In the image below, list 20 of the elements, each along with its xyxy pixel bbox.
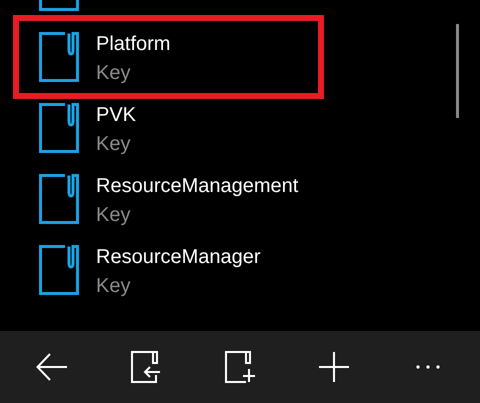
more-icon (416, 365, 440, 369)
item-name[interactable]: PVK (96, 101, 136, 130)
item-type: Key (96, 61, 132, 86)
item-name[interactable]: Platform (96, 30, 170, 59)
scrollbar[interactable] (456, 24, 459, 118)
folder-icon (39, 174, 79, 224)
add-key-icon (225, 351, 255, 383)
new-key-button[interactable] (222, 349, 258, 385)
add-button[interactable] (316, 349, 352, 385)
folder-icon (39, 103, 79, 153)
item-name[interactable]: ResourceManager (96, 243, 261, 272)
item-name[interactable]: ResourceManagement (96, 172, 298, 201)
item-type: Key (96, 274, 132, 299)
item-type: Key (96, 132, 132, 157)
item-type: Key (96, 203, 132, 228)
plus-icon (318, 351, 350, 383)
import-key-icon (131, 351, 161, 383)
folder-icon (39, 245, 79, 295)
back-arrow-icon (36, 353, 68, 381)
folder-icon (39, 32, 79, 82)
